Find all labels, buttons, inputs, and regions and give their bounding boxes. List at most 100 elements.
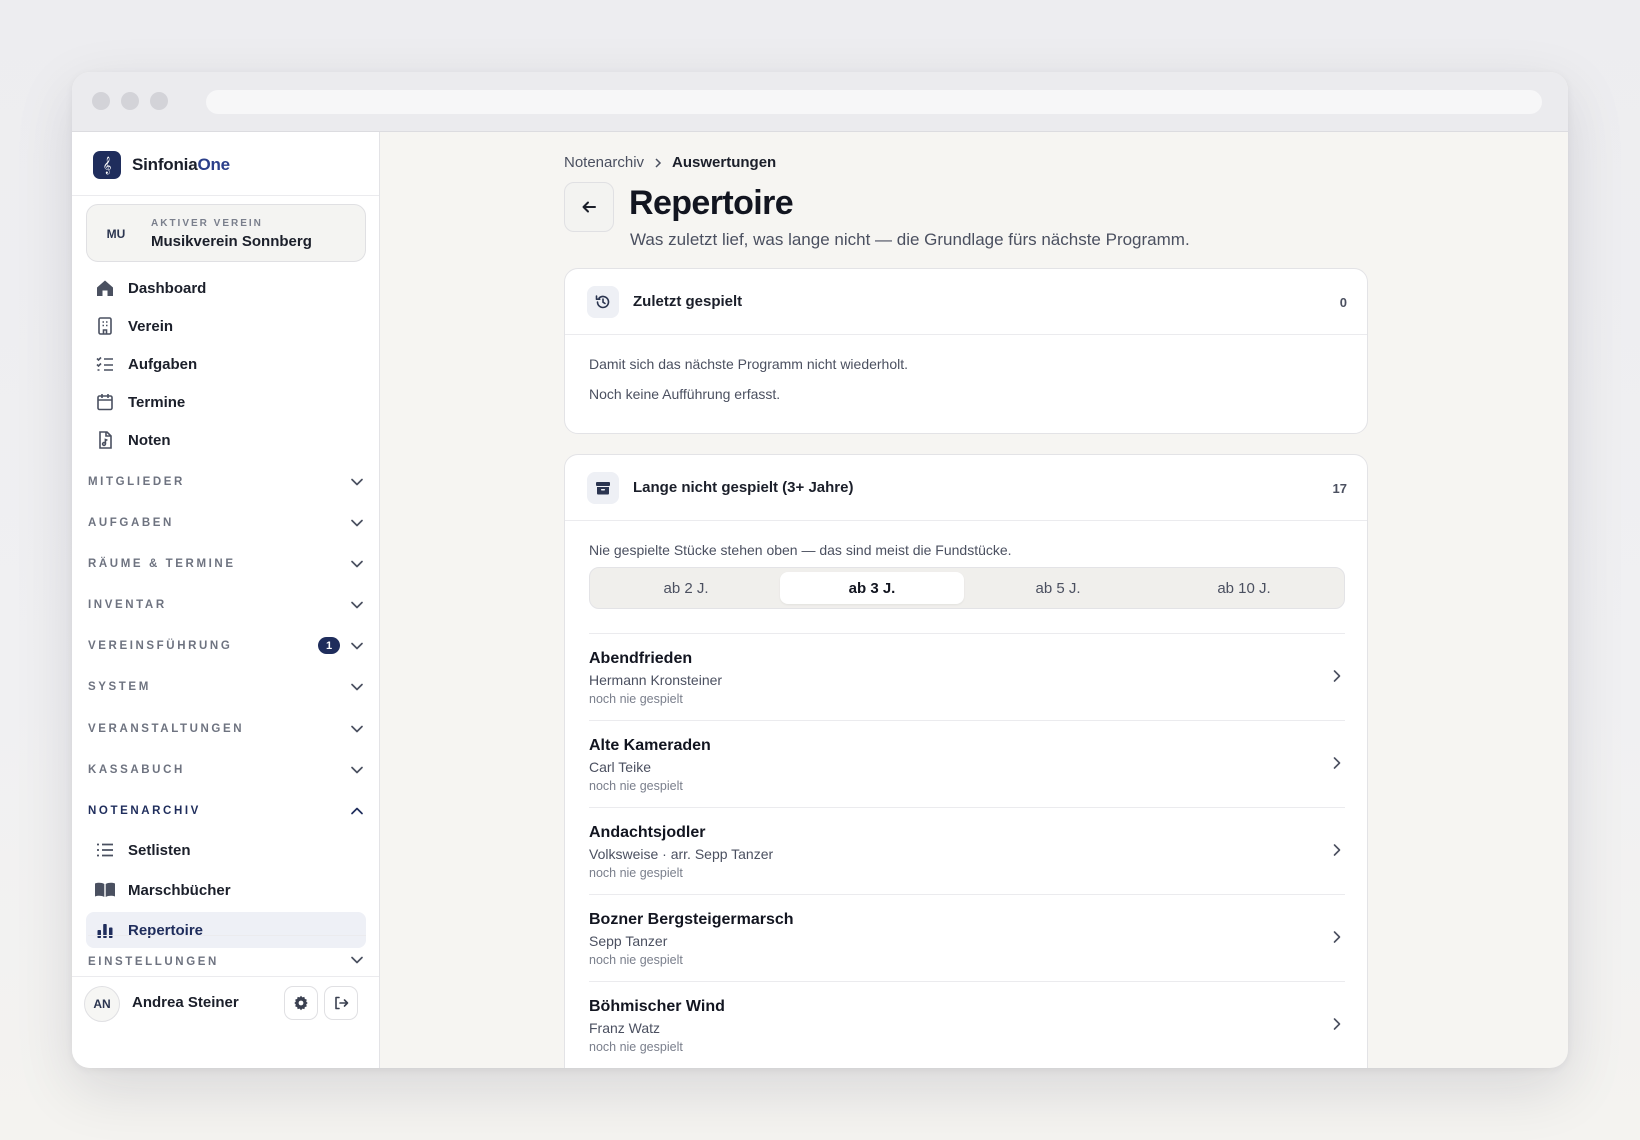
divider xyxy=(72,195,379,196)
long-unplayed-card-header: Lange nicht gespielt (3+ Jahre) 17 xyxy=(565,455,1367,521)
brand-logo-icon: 𝄞 xyxy=(93,151,121,179)
filter-ab-3-jahre[interactable]: ab 3 J. xyxy=(780,572,964,604)
music-file-icon xyxy=(94,429,116,451)
brand-name: SinfoniaOne xyxy=(132,155,230,174)
archive-icon xyxy=(587,472,619,504)
section-einstellungen[interactable]: EINSTELLUNGEN xyxy=(88,935,366,975)
piece-composer: Franz Watz xyxy=(589,1020,661,1036)
main-content: Notenarchiv Auswertungen Repertoire Was … xyxy=(380,132,1568,1068)
history-icon xyxy=(587,286,619,318)
long-unplayed-card: Lange nicht gespielt (3+ Jahre) 17 Nie g… xyxy=(564,454,1368,1068)
recent-card-header: Zuletzt gespielt 0 xyxy=(565,269,1367,335)
list-item[interactable]: Böhmischer Wind Franz Watz noch nie gesp… xyxy=(589,981,1345,1068)
section-system[interactable]: SYSTEM xyxy=(88,675,366,699)
chevron-down-icon xyxy=(351,601,363,609)
settings-button[interactable] xyxy=(284,986,318,1020)
verein-label: AKTIVER VEREIN xyxy=(151,218,263,229)
app-window: 𝄞 SinfoniaOne MU AKTIVER VEREIN Musikver… xyxy=(72,72,1568,1068)
recent-count: 0 xyxy=(1339,295,1347,310)
piece-title: Alte Kameraden xyxy=(589,737,711,754)
filter-ab-2-jahre[interactable]: ab 2 J. xyxy=(594,572,778,604)
piece-composer: Sepp Tanzer xyxy=(589,933,668,949)
user-avatar[interactable]: AN xyxy=(84,986,120,1022)
breadcrumb: Notenarchiv Auswertungen xyxy=(564,154,776,171)
window-close-dot[interactable] xyxy=(92,92,110,110)
nav-item-noten[interactable]: Noten xyxy=(86,422,366,458)
piece-composer: Carl Teike xyxy=(589,759,651,775)
piece-title: Böhmischer Wind xyxy=(589,998,725,1015)
section-mitglieder[interactable]: MITGLIEDER xyxy=(88,470,366,494)
logout-icon xyxy=(335,996,349,1010)
section-label: MITGLIEDER xyxy=(88,476,185,488)
nav-item-aufgaben[interactable]: Aufgaben xyxy=(86,346,366,382)
breadcrumb-link-notenarchiv[interactable]: Notenarchiv xyxy=(564,154,644,171)
section-aufgaben[interactable]: AUFGABEN xyxy=(88,511,366,535)
checklist-icon xyxy=(94,353,116,375)
chevron-down-icon xyxy=(351,725,363,733)
page-subtitle: Was zuletzt lief, was lange nicht — die … xyxy=(630,230,1190,249)
list-item[interactable]: Andachtsjodler Volksweise · arr. Sepp Ta… xyxy=(589,807,1345,894)
book-icon xyxy=(94,879,116,901)
back-button[interactable] xyxy=(564,182,614,232)
chevron-right-icon xyxy=(655,157,662,168)
section-label: VEREINSFÜHRUNG xyxy=(88,640,233,652)
home-icon xyxy=(94,277,116,299)
filter-ab-5-jahre[interactable]: ab 5 J. xyxy=(966,572,1150,604)
nav-item-setlisten[interactable]: Setlisten xyxy=(86,832,366,868)
chevron-down-icon xyxy=(351,766,363,774)
piece-title: Abendfrieden xyxy=(589,650,693,667)
recent-empty-state: Noch keine Aufführung erfasst. xyxy=(589,386,781,402)
nav-label: Dashboard xyxy=(128,279,207,297)
section-vereinsfuehrung[interactable]: VEREINSFÜHRUNG 1 xyxy=(88,634,366,658)
chevron-right-icon xyxy=(1333,757,1341,769)
breadcrumb-current: Auswertungen xyxy=(672,154,777,171)
piece-composer: Volksweise · arr. Sepp Tanzer xyxy=(589,846,774,862)
recent-description: Damit sich das nächste Programm nicht wi… xyxy=(589,356,909,372)
piece-title: Andachtsjodler xyxy=(589,824,706,841)
section-label: NOTENARCHIV xyxy=(88,805,201,817)
chevron-right-icon xyxy=(1333,931,1341,943)
divider xyxy=(72,976,379,977)
age-filter-segmented-control: ab 2 J. ab 3 J. ab 5 J. ab 10 J. xyxy=(589,567,1345,609)
chevron-right-icon xyxy=(1333,670,1341,682)
page-title: Repertoire xyxy=(629,184,794,222)
piece-status: noch nie gespielt xyxy=(589,953,683,967)
long-unplayed-count: 17 xyxy=(1332,481,1347,496)
nav-label: Termine xyxy=(128,393,186,411)
window-maximize-dot[interactable] xyxy=(150,92,168,110)
section-label: KASSABUCH xyxy=(88,764,185,776)
chevron-down-icon xyxy=(351,560,363,568)
nav-label: Verein xyxy=(128,317,174,335)
long-unplayed-title: Lange nicht gespielt (3+ Jahre) xyxy=(633,479,854,496)
address-bar[interactable] xyxy=(206,90,1542,114)
window-minimize-dot[interactable] xyxy=(121,92,139,110)
chevron-right-icon xyxy=(1333,844,1341,856)
brand[interactable]: 𝄞 SinfoniaOne xyxy=(93,150,230,180)
nav-item-termine[interactable]: Termine xyxy=(86,384,366,420)
chevron-up-icon xyxy=(351,807,363,815)
chevron-right-icon xyxy=(1333,1018,1341,1030)
calendar-icon xyxy=(94,391,116,413)
list-item[interactable]: Abendfrieden Hermann Kronsteiner noch ni… xyxy=(589,633,1345,720)
browser-titlebar xyxy=(72,72,1568,132)
list-item[interactable]: Alte Kameraden Carl Teike noch nie gespi… xyxy=(589,720,1345,807)
nav-item-dashboard[interactable]: Dashboard xyxy=(86,270,366,306)
chevron-down-icon xyxy=(351,956,363,964)
nav-label: Setlisten xyxy=(128,841,191,859)
active-verein-switcher[interactable]: MU AKTIVER VEREIN Musikverein Sonnberg xyxy=(86,204,366,262)
list-icon xyxy=(94,839,116,861)
section-veranstaltungen[interactable]: VERANSTALTUNGEN xyxy=(88,717,366,741)
filter-ab-10-jahre[interactable]: ab 10 J. xyxy=(1152,572,1336,604)
verein-name: Musikverein Sonnberg xyxy=(151,233,312,250)
nav-item-verein[interactable]: Verein xyxy=(86,308,366,344)
recent-card-title: Zuletzt gespielt xyxy=(633,293,743,310)
logout-button[interactable] xyxy=(324,986,358,1020)
section-kassabuch[interactable]: KASSABUCH xyxy=(88,758,366,782)
section-inventar[interactable]: INVENTAR xyxy=(88,593,366,617)
nav-item-marschbuecher[interactable]: Marschbücher xyxy=(86,872,366,908)
section-notenarchiv[interactable]: NOTENARCHIV xyxy=(88,799,366,823)
list-item[interactable]: Bozner Bergsteigermarsch Sepp Tanzer noc… xyxy=(589,894,1345,981)
verein-avatar: MU xyxy=(106,227,126,241)
section-raeume-termine[interactable]: RÄUME & TERMINE xyxy=(88,552,366,576)
piece-title: Bozner Bergsteigermarsch xyxy=(589,911,794,928)
